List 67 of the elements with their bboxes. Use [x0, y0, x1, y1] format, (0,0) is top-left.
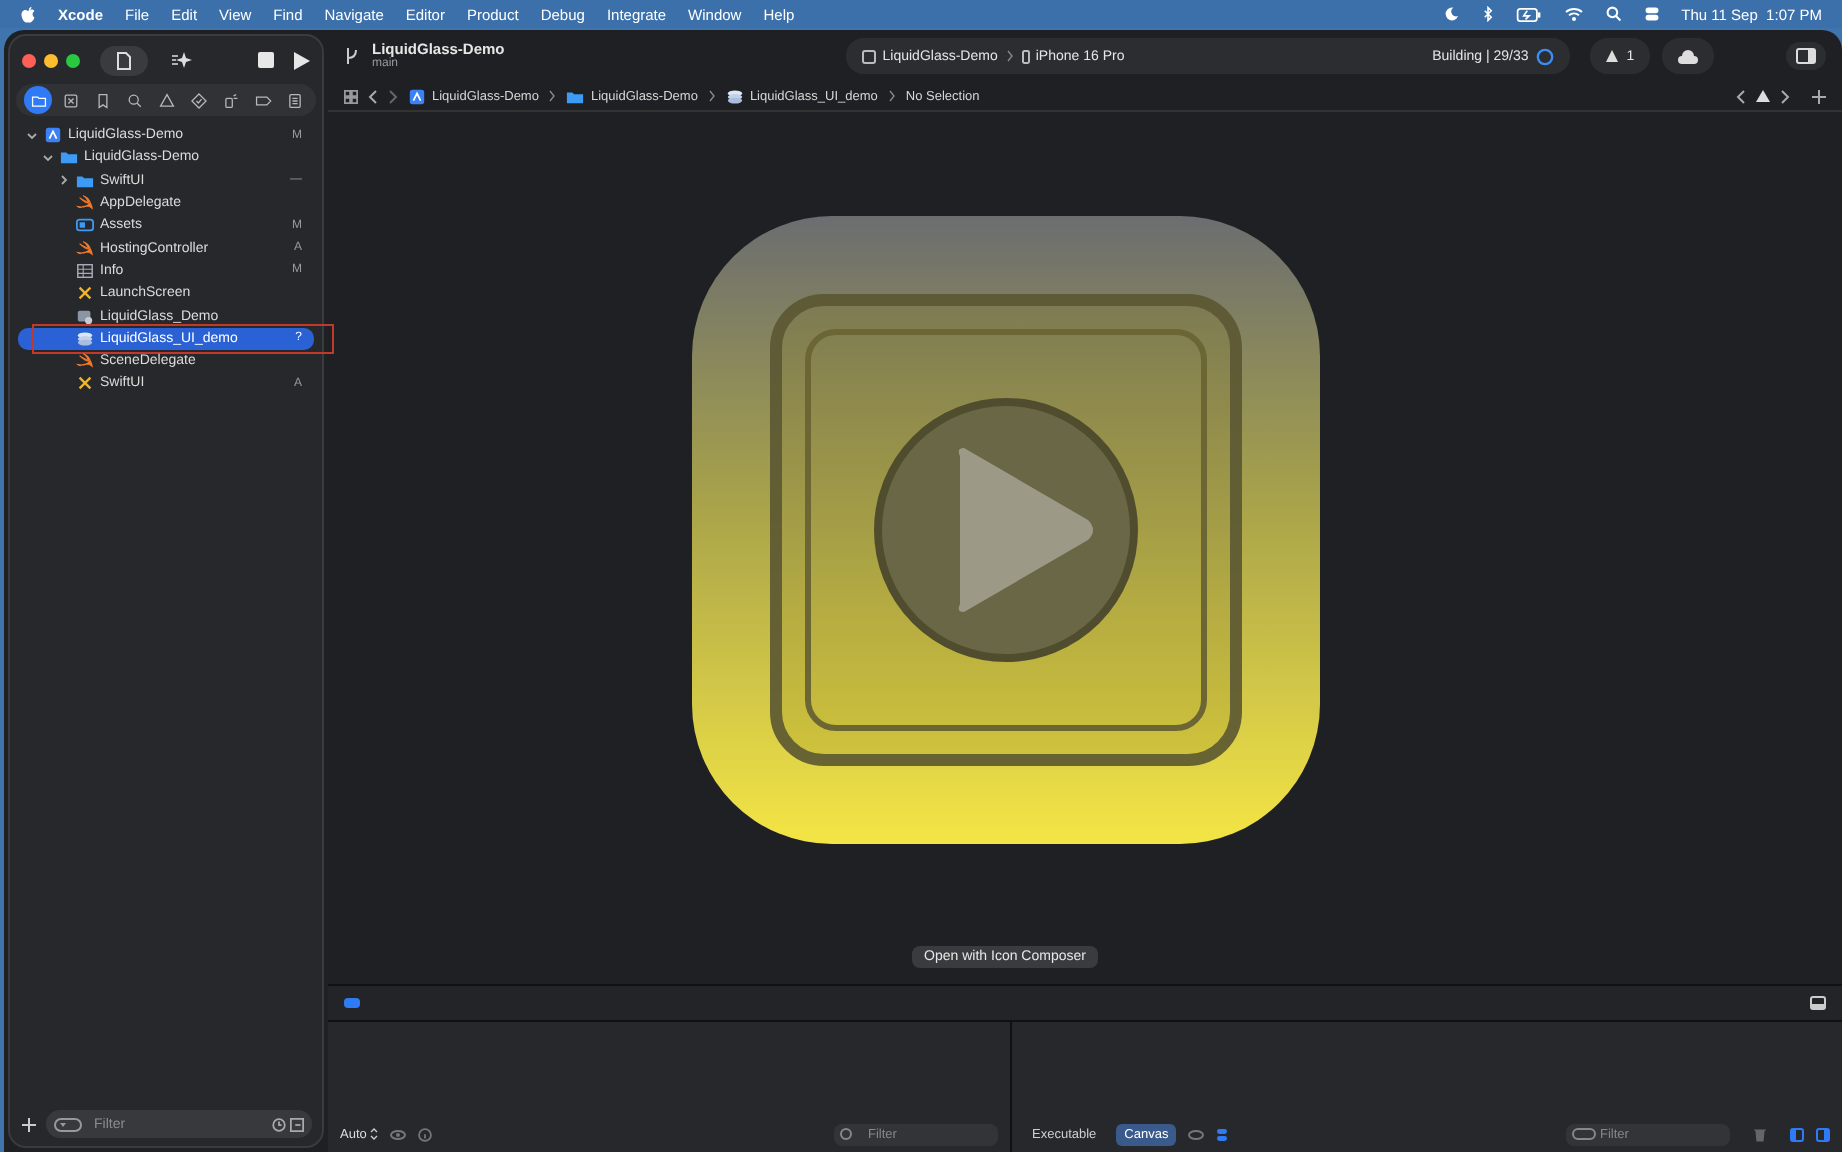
- project-icon: [408, 87, 426, 105]
- layers-icon: [725, 87, 744, 105]
- updown-icon[interactable]: [370, 1128, 379, 1140]
- layers-icon: [76, 329, 94, 348]
- clock-icon[interactable]: [272, 1117, 286, 1131]
- cloud-button[interactable]: [1662, 38, 1715, 74]
- add-icon[interactable]: [22, 1117, 36, 1131]
- chevron-icon[interactable]: [42, 151, 54, 164]
- x-shape-icon: [76, 374, 94, 393]
- certificate-icon: [76, 307, 94, 326]
- folder-icon[interactable]: [24, 86, 52, 114]
- add-icon[interactable]: [1812, 89, 1826, 103]
- next-issue-icon[interactable]: [1780, 89, 1790, 103]
- eye-icon[interactable]: [390, 1129, 407, 1139]
- progress-ring-icon: [1536, 47, 1555, 65]
- x-shape-icon: [76, 284, 94, 303]
- phone-icon: [1021, 49, 1030, 63]
- forward-icon[interactable]: [388, 89, 398, 103]
- sparkle-icon[interactable]: [172, 50, 194, 70]
- assets-icon: [76, 216, 94, 235]
- app-icon: [862, 49, 877, 63]
- trash-icon[interactable]: [1754, 1127, 1766, 1141]
- filter-options-icon[interactable]: [54, 1117, 82, 1131]
- apple-icon[interactable]: [20, 5, 36, 23]
- chevron-icon[interactable]: [58, 174, 70, 187]
- inspector-toggle[interactable]: [1786, 42, 1826, 70]
- swift-icon: [76, 352, 94, 371]
- chevron-icon[interactable]: [26, 129, 38, 142]
- branch-icon: [344, 46, 360, 66]
- swift-icon: [76, 239, 94, 258]
- navigator-toggle[interactable]: [100, 45, 148, 75]
- table-icon: [76, 261, 94, 280]
- filter-icon: [840, 1128, 852, 1140]
- search-icon[interactable]: [1605, 6, 1622, 22]
- chevron-icon: [548, 90, 557, 102]
- warning-icon: [1606, 50, 1619, 62]
- chevron-icon: [707, 90, 716, 102]
- grid-icon[interactable]: [344, 89, 358, 103]
- zoom-button[interactable]: [66, 53, 80, 67]
- battery-icon[interactable]: [1515, 7, 1542, 21]
- previous-issue-icon[interactable]: [1736, 89, 1746, 103]
- back-icon[interactable]: [368, 89, 378, 103]
- bluetooth-icon[interactable]: [1481, 6, 1494, 22]
- document-icon: [116, 51, 132, 69]
- chevron-icon: [1005, 50, 1014, 62]
- toggles-icon[interactable]: [1216, 1127, 1229, 1141]
- folder-icon: [566, 87, 585, 105]
- swift-icon: [76, 194, 94, 213]
- control-center-icon[interactable]: [1643, 6, 1660, 22]
- filter-options-icon: [1572, 1128, 1596, 1140]
- minimize-button[interactable]: [44, 53, 58, 67]
- eye-icon[interactable]: [1188, 1129, 1205, 1139]
- chevron-icon: [887, 90, 896, 102]
- info-icon[interactable]: [418, 1127, 433, 1141]
- left-panel-icon[interactable]: [1790, 1127, 1804, 1141]
- moon-icon[interactable]: [1443, 6, 1460, 22]
- wifi-icon[interactable]: [1563, 6, 1584, 22]
- warning-icon[interactable]: [1756, 90, 1770, 102]
- run-icon[interactable]: [294, 51, 310, 69]
- right-panel-icon[interactable]: [1816, 1127, 1830, 1141]
- panel-icon[interactable]: [1810, 996, 1826, 1010]
- project-icon: [44, 126, 62, 145]
- cloud-icon: [1678, 49, 1699, 63]
- close-button[interactable]: [22, 53, 36, 67]
- sidebar-icon[interactable]: [290, 1117, 304, 1131]
- debug-toggle[interactable]: [344, 998, 360, 1008]
- sidebar-icon: [1796, 48, 1816, 64]
